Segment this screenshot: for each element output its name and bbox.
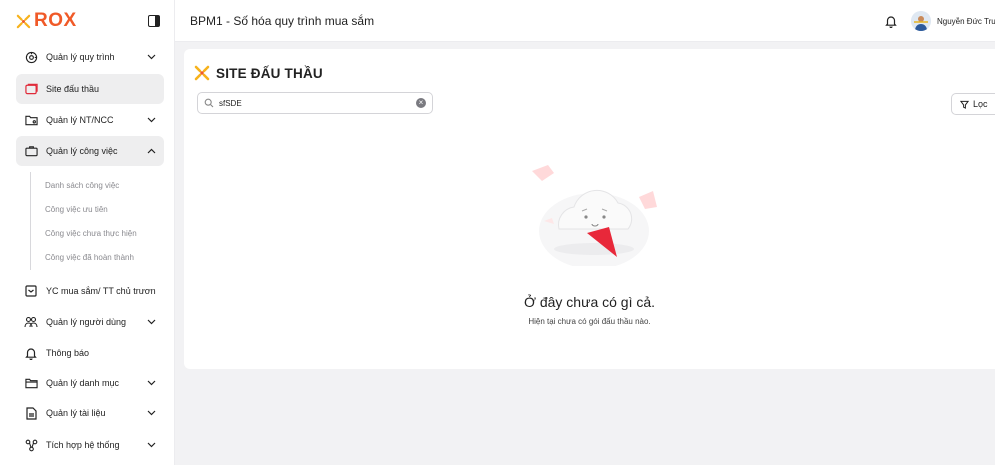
folder-icon (24, 376, 38, 390)
card-title: SITE ĐẤU THẦU (194, 65, 323, 81)
submenu-item-da-hoan-thanh[interactable]: Công việc đã hoàn thành (45, 253, 134, 262)
main-card: SITE ĐẤU THẦU × Lọc Ở đây chưa có gì cả.… (184, 49, 995, 369)
sidebar-item-label: Quản lý người dùng (46, 317, 126, 327)
chevron-down-icon (146, 408, 156, 418)
sidebar: ROX Quản lý quy trình Site đấu thầu Quản… (0, 0, 175, 465)
chevron-down-icon (146, 378, 156, 388)
sidebar-item-label: Quản lý NT/NCC (46, 115, 114, 125)
sidebar-item-nt-ncc[interactable]: Quản lý NT/NCC (16, 105, 164, 135)
rox-logo-icon (16, 14, 31, 28)
sidebar-item-label: Quản lý quy trình (46, 52, 115, 62)
sidebar-item-label: Quản lý tài liệu (46, 408, 106, 418)
folder-user-icon (24, 113, 38, 127)
integration-icon (24, 438, 38, 452)
notification-bell-icon[interactable] (881, 11, 901, 31)
sidebar-item-label: Quản lý công việc (46, 146, 118, 156)
briefcase-icon (24, 144, 38, 158)
chevron-down-icon (146, 317, 156, 327)
sidebar-item-label: Quản lý danh mục (46, 378, 120, 388)
empty-state-subtitle: Hiện tại chưa có gói đấu thầu nào. (528, 317, 651, 326)
logo-row: ROX (0, 0, 174, 42)
filter-button[interactable]: Lọc (951, 93, 995, 115)
document-icon (24, 406, 38, 420)
bell-icon (24, 346, 38, 360)
sidebar-item-label: YC mua sắm/ TT chủ trương (46, 286, 156, 296)
site-icon (24, 82, 38, 96)
tray-icon (24, 284, 38, 298)
sidebar-item-tai-lieu[interactable]: Quản lý tài liệu (16, 398, 164, 428)
sidebar-item-danh-muc[interactable]: Quản lý danh mục (16, 368, 164, 398)
top-header: BPM1 - Số hóa quy trình mua sắm Nguyễn Đ… (175, 0, 995, 42)
sidebar-item-process[interactable]: Quản lý quy trình (16, 42, 164, 72)
search-icon (204, 98, 214, 108)
sidebar-item-site-dau-thau[interactable]: Site đấu thầu (16, 74, 164, 104)
header-actions: Nguyễn Đức Trun (881, 0, 995, 42)
users-icon (24, 315, 38, 329)
chevron-down-icon (146, 115, 156, 125)
chevron-down-icon (146, 52, 156, 62)
search-box[interactable]: × (197, 92, 433, 114)
sidebar-item-label: Tích hợp hệ thống (46, 440, 120, 450)
site-title-icon (194, 65, 210, 81)
sidebar-item-label: Site đấu thầu (46, 84, 100, 94)
user-name[interactable]: Nguyễn Đức Trun (937, 17, 995, 26)
search-input[interactable] (219, 98, 416, 108)
filter-label: Lọc (973, 99, 988, 109)
sidebar-item-nguoi-dung[interactable]: Quản lý người dùng (16, 307, 164, 337)
collapse-sidebar-icon[interactable] (148, 15, 160, 27)
sidebar-item-thong-bao[interactable]: Thông báo (16, 338, 164, 368)
empty-state-title: Ở đây chưa có gì cả. (523, 294, 656, 310)
logo[interactable]: ROX (16, 10, 77, 32)
sidebar-item-cong-viec[interactable]: Quản lý công việc (16, 136, 164, 166)
chevron-up-icon (146, 146, 156, 156)
submenu-item-uu-tien[interactable]: Công việc ưu tiên (45, 205, 108, 214)
section-title: SITE ĐẤU THẦU (216, 65, 323, 81)
chevron-down-icon (146, 440, 156, 450)
submenu-guide-line (30, 172, 31, 270)
sidebar-item-label: Thông báo (46, 348, 90, 358)
page-title: BPM1 - Số hóa quy trình mua sắm (190, 13, 375, 28)
process-icon (24, 50, 38, 64)
avatar[interactable] (911, 11, 931, 31)
logo-text: ROX (34, 10, 77, 31)
sidebar-item-yc-mua-sam[interactable]: YC mua sắm/ TT chủ trương (16, 276, 164, 306)
submenu-item-chua-thuc-hien[interactable]: Công việc chưa thực hiện (45, 229, 137, 238)
filter-icon (960, 100, 969, 109)
empty-state-cloud-icon (532, 165, 657, 266)
sidebar-item-tich-hop[interactable]: Tích hợp hệ thống (16, 430, 164, 460)
clear-search-icon[interactable]: × (416, 98, 426, 108)
submenu-item-danh-sach[interactable]: Danh sách công việc (45, 181, 119, 190)
